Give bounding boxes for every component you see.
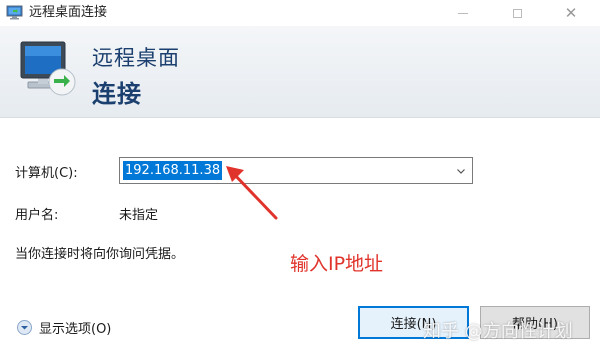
chevron-down-icon[interactable]	[456, 166, 466, 176]
computer-label: 计算机(C):	[15, 166, 78, 181]
computer-input-value[interactable]: 192.168.11.38	[123, 161, 223, 180]
red-arrow-icon	[226, 166, 278, 220]
banner-title-line1: 远程桌面	[92, 46, 180, 70]
close-button[interactable]: ✕	[548, 0, 594, 26]
minimize-icon	[458, 12, 468, 14]
credentials-hint: 当你连接时将向你询问凭据。	[15, 247, 185, 262]
expand-options-icon[interactable]	[17, 319, 32, 335]
username-label: 用户名:	[15, 208, 59, 223]
watermark: 知乎 @方向性计划	[423, 321, 573, 342]
username-value: 未指定	[119, 208, 159, 223]
remote-desktop-icon	[6, 5, 23, 20]
minimize-button[interactable]	[440, 0, 486, 26]
maximize-icon	[512, 8, 522, 18]
window-title: 远程桌面连接	[29, 5, 108, 20]
remote-desktop-large-icon	[20, 41, 76, 96]
close-icon: ✕	[564, 3, 578, 22]
computer-combobox[interactable]: 192.168.11.38	[119, 157, 473, 184]
show-options-label[interactable]: 显示选项(O)	[39, 318, 111, 337]
maximize-button[interactable]	[494, 0, 540, 26]
banner-title-line2: 连接	[92, 80, 142, 108]
header-banner: 远程桌面 连接	[0, 26, 600, 118]
show-options-toggle[interactable]: 显示选项(O)	[17, 317, 111, 337]
title-bar: 远程桌面连接 ✕	[0, 0, 600, 26]
annotation-text: 输入IP地址	[290, 253, 384, 275]
